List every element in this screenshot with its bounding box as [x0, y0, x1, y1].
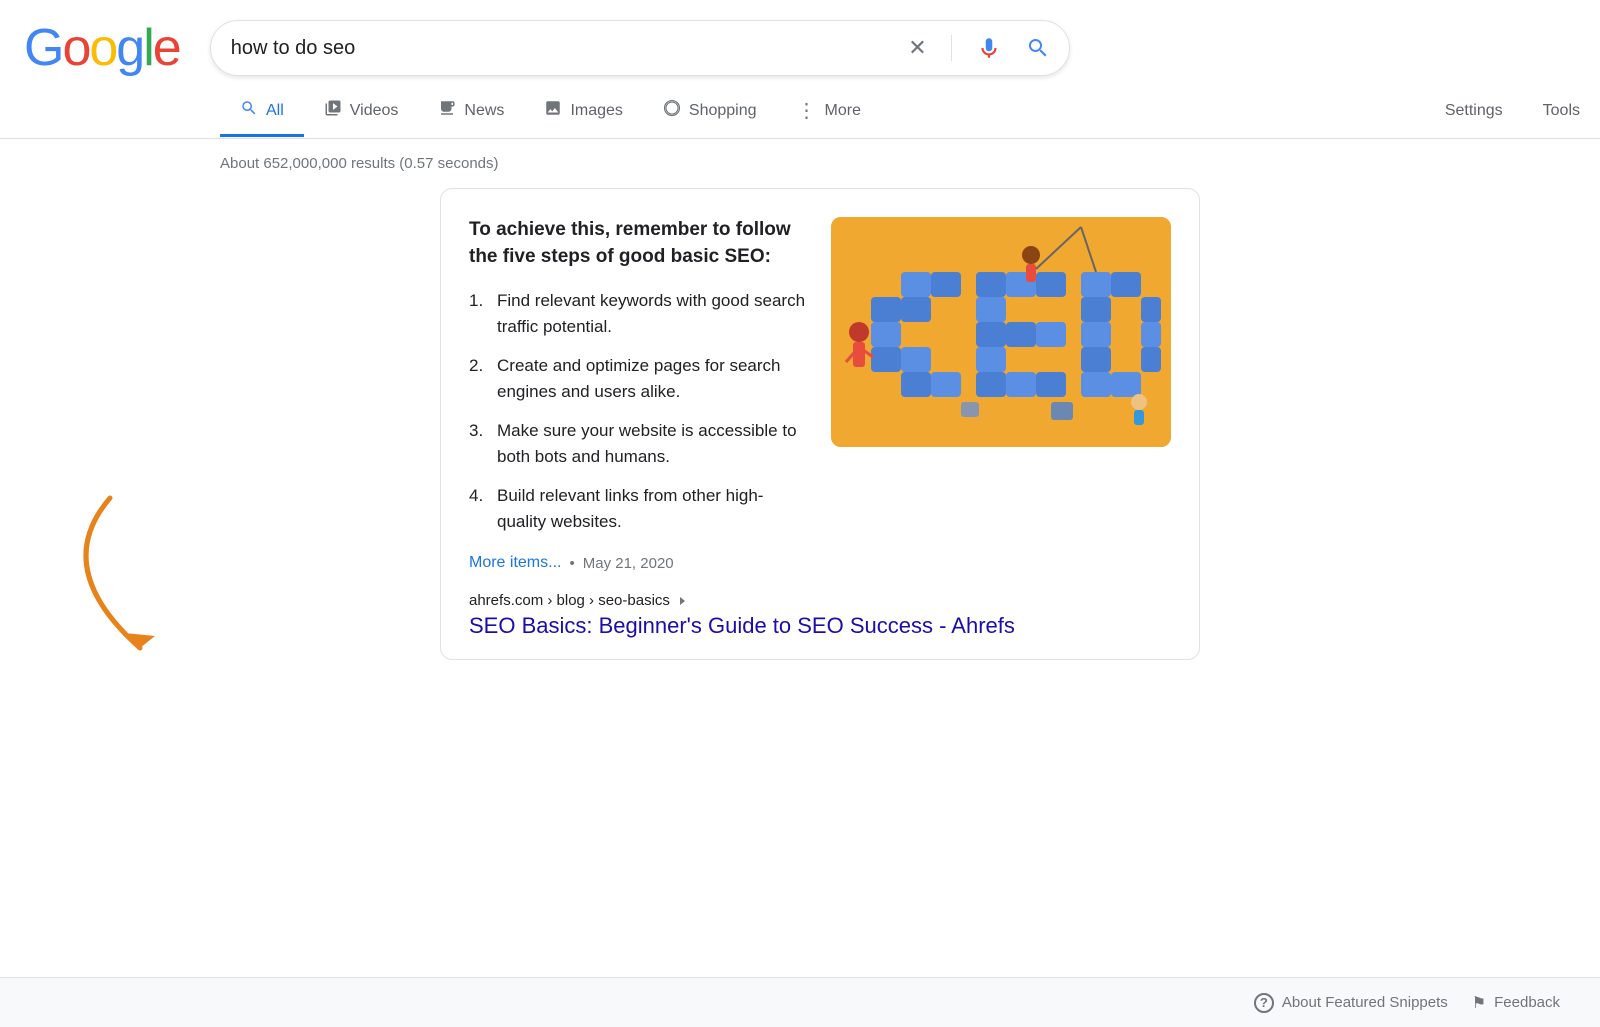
about-featured-label: About Featured Snippets [1282, 994, 1448, 1011]
all-search-icon [240, 99, 258, 122]
list-text-3: Make sure your website is accessible to … [497, 418, 807, 469]
results-count-text: About 652,000,000 results (0.57 seconds) [220, 155, 499, 172]
tab-images[interactable]: Images [524, 87, 642, 137]
logo-g2: g [116, 18, 143, 78]
search-input[interactable]: how to do seo [231, 37, 939, 60]
source-breadcrumb: ahrefs.com › blog › seo-basics [469, 588, 1171, 609]
snippet-date: May 21, 2020 [583, 555, 674, 572]
news-icon [438, 99, 456, 122]
result-title-link[interactable]: SEO Basics: Beginner's Guide to SEO Succ… [469, 613, 1171, 639]
snippet-content: To achieve this, remember to follow the … [469, 217, 1171, 572]
list-text-1: Find relevant keywords with good search … [497, 288, 807, 339]
feedback-button[interactable]: ⚑ Feedback [1472, 993, 1560, 1013]
search-bar-wrapper: how to do seo ✕ [210, 20, 1070, 76]
tab-all-label: All [266, 102, 284, 120]
more-items-link[interactable]: More items... [469, 554, 561, 572]
snippet-image [831, 217, 1171, 447]
snippet-footer: More items... • May 21, 2020 [469, 554, 807, 572]
tab-videos[interactable]: Videos [304, 87, 419, 137]
list-item-3: 3. Make sure your website is accessible … [469, 418, 807, 469]
feedback-icon: ⚑ [1472, 993, 1486, 1013]
results-count: About 652,000,000 results (0.57 seconds) [0, 139, 1600, 188]
logo-e: e [153, 18, 180, 78]
bottom-bar: ? About Featured Snippets ⚑ Feedback [0, 977, 1600, 1027]
snippet-text: To achieve this, remember to follow the … [469, 217, 807, 572]
tools-label: Tools [1543, 102, 1580, 120]
tab-more-label: More [825, 102, 861, 120]
feedback-label: Feedback [1494, 994, 1560, 1011]
list-item-4: 4. Build relevant links from other high-… [469, 483, 807, 534]
logo-o2: o [89, 18, 116, 78]
tab-shopping-label: Shopping [689, 102, 757, 120]
search-icon [1026, 36, 1050, 60]
result-title-text: SEO Basics: Beginner's Guide to SEO Succ… [469, 613, 1015, 638]
logo-g1: G [24, 18, 62, 78]
images-icon [544, 99, 562, 122]
search-icons: ✕ [904, 31, 1053, 65]
mic-icon [976, 35, 1002, 61]
videos-icon [324, 99, 342, 122]
logo-o1: o [62, 18, 89, 78]
breadcrumb-dropdown-icon[interactable] [680, 597, 685, 605]
tab-settings[interactable]: Settings [1425, 90, 1523, 135]
about-featured-snippets[interactable]: ? About Featured Snippets [1254, 993, 1448, 1013]
list-item-2: 2. Create and optimize pages for search … [469, 353, 807, 404]
clear-button[interactable]: ✕ [904, 33, 930, 63]
google-logo: Google [24, 18, 180, 78]
more-dots-icon: ⋮ [797, 98, 817, 123]
clear-icon: ✕ [908, 37, 926, 59]
breadcrumb-text: ahrefs.com › blog › seo-basics [469, 592, 670, 609]
tab-shopping[interactable]: Shopping [643, 87, 777, 137]
seo-illustration [831, 217, 1171, 447]
snippet-list: 1. Find relevant keywords with good sear… [469, 288, 807, 534]
tab-all[interactable]: All [220, 87, 304, 137]
list-item-1: 1. Find relevant keywords with good sear… [469, 288, 807, 339]
search-divider [951, 35, 952, 61]
search-button[interactable] [1022, 32, 1054, 64]
logo-l: l [143, 18, 153, 78]
voice-search-button[interactable] [972, 31, 1006, 65]
shopping-icon [663, 99, 681, 122]
settings-label: Settings [1445, 102, 1503, 120]
snippet-dot: • [569, 555, 574, 572]
featured-snippet: To achieve this, remember to follow the … [440, 188, 1200, 660]
tab-more[interactable]: ⋮ More [777, 86, 881, 138]
tab-videos-label: Videos [350, 102, 399, 120]
tab-images-label: Images [570, 102, 622, 120]
tab-news-label: News [464, 102, 504, 120]
list-num-1: 1. [469, 288, 489, 339]
list-text-2: Create and optimize pages for search eng… [497, 353, 807, 404]
list-num-3: 3. [469, 418, 489, 469]
tab-tools[interactable]: Tools [1523, 90, 1600, 135]
list-num-2: 2. [469, 353, 489, 404]
arrow-annotation [80, 488, 280, 688]
nav-tabs: All Videos News Images Shopping ⋮ More S… [0, 78, 1600, 139]
tab-news[interactable]: News [418, 87, 524, 137]
question-icon: ? [1254, 993, 1274, 1013]
header: Google how to do seo ✕ [0, 0, 1600, 78]
list-text-4: Build relevant links from other high-qua… [497, 483, 807, 534]
list-num-4: 4. [469, 483, 489, 534]
snippet-title: To achieve this, remember to follow the … [469, 217, 807, 270]
